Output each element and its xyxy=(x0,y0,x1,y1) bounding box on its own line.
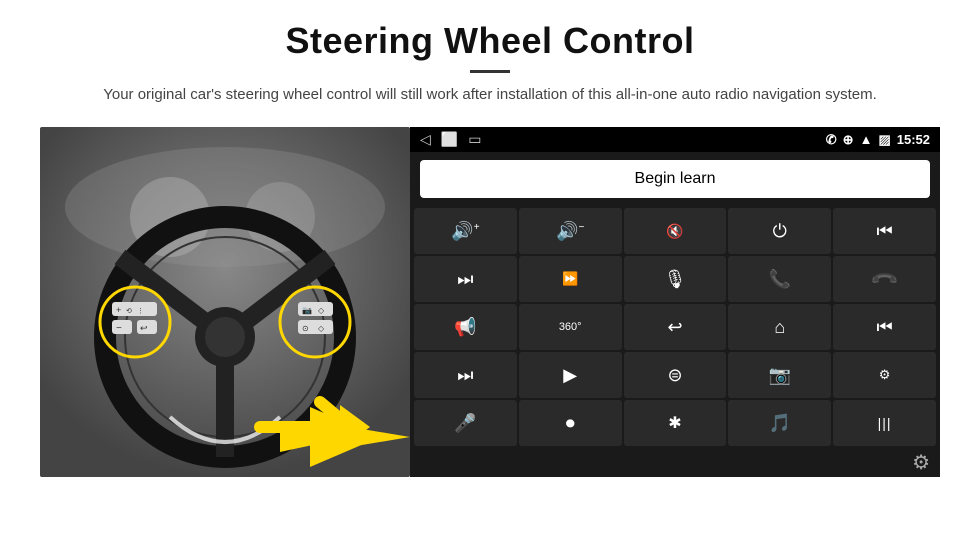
wifi-icon: ▲ xyxy=(860,132,873,147)
mute-icon: 🔇 xyxy=(666,223,683,240)
page-title: Steering Wheel Control xyxy=(103,20,877,62)
bottom-bar: ⚙ xyxy=(410,448,940,477)
home-button[interactable]: ⌂ xyxy=(728,304,831,350)
power-icon: ⏻ xyxy=(773,221,787,242)
vol-up-button[interactable]: 🔊+ xyxy=(414,208,517,254)
subtitle: Your original car's steering wheel contr… xyxy=(103,83,877,107)
prev-track-icon: ⏮ xyxy=(876,221,892,242)
rewind-icon: ⏮ xyxy=(876,317,892,338)
eq-icon: ⚙ xyxy=(879,367,891,383)
speaker-button[interactable]: 📢 xyxy=(414,304,517,350)
music-icon: 🎵 xyxy=(769,413,791,434)
mic-icon: 🎙 xyxy=(664,269,687,290)
begin-learn-row: Begin learn xyxy=(410,152,940,206)
steering-wheel-image: + ⟲ ⋮ − ↩ 📷 ◇ ⊙ ◇ xyxy=(40,127,410,477)
svg-text:⟲: ⟲ xyxy=(126,308,132,315)
title-section: Steering Wheel Control Your original car… xyxy=(103,20,877,107)
settings-gear-icon[interactable]: ⚙ xyxy=(912,450,930,475)
svg-text:◇: ◇ xyxy=(318,324,325,333)
controls-grid: 🔊+ 🔊− 🔇 ⏻ ⏮ ⏭ ⏩ xyxy=(410,206,940,448)
eq-button[interactable]: ⚙ xyxy=(833,352,936,398)
ff-button[interactable]: ⏩ xyxy=(519,256,622,302)
mic-button[interactable]: 🎙 xyxy=(624,256,727,302)
call-button[interactable]: 📞 xyxy=(728,256,831,302)
ff-icon: ⏩ xyxy=(562,271,578,287)
next-icon: ⏭ xyxy=(457,269,473,290)
vol-up-icon: 🔊+ xyxy=(451,221,479,242)
android-screen: ◁ ⬜ ▭ ✆ ⊕ ▲ ▨ 15:52 Begin learn xyxy=(410,127,940,477)
bluetooth-icon: ✱ xyxy=(668,413,681,433)
nav-icon: ▶ xyxy=(563,365,577,386)
circle-icon: ⏺ xyxy=(566,413,575,434)
back-nav-icon[interactable]: ◁ xyxy=(420,131,431,148)
mute-button[interactable]: 🔇 xyxy=(624,208,727,254)
location-icon: ⊕ xyxy=(843,132,854,148)
skip-fwd-icon: ⏭ xyxy=(457,365,473,386)
vol-down-button[interactable]: 🔊− xyxy=(519,208,622,254)
call-icon: 📞 xyxy=(769,269,791,290)
svg-text:📷: 📷 xyxy=(302,306,312,315)
power-button[interactable]: ⏻ xyxy=(728,208,831,254)
hangup-button[interactable]: 📞 xyxy=(833,256,936,302)
speaker-icon: 📢 xyxy=(454,317,476,338)
nav-icons: ◁ ⬜ ▭ xyxy=(420,131,481,148)
svg-text:◇: ◇ xyxy=(318,306,325,315)
spectrum-button[interactable]: ||| xyxy=(833,400,936,446)
next-button[interactable]: ⏭ xyxy=(414,256,517,302)
home-nav-icon[interactable]: ⬜ xyxy=(441,131,458,148)
home-icon: ⌂ xyxy=(774,317,785,338)
rewind-button[interactable]: ⏮ xyxy=(833,304,936,350)
svg-text:⊙: ⊙ xyxy=(302,324,309,333)
mic2-button[interactable]: 🎤 xyxy=(414,400,517,446)
camera-icon: 📷 xyxy=(769,365,791,386)
music-button[interactable]: 🎵 xyxy=(728,400,831,446)
page-container: Steering Wheel Control Your original car… xyxy=(0,0,980,548)
vol-down-icon: 🔊− xyxy=(556,221,584,242)
back-icon: ↩ xyxy=(667,317,682,338)
status-bar: ◁ ⬜ ▭ ✆ ⊕ ▲ ▨ 15:52 xyxy=(410,127,940,152)
begin-learn-button[interactable]: Begin learn xyxy=(420,160,930,198)
clock: 15:52 xyxy=(897,132,930,147)
svg-text:↩: ↩ xyxy=(140,323,148,333)
recent-nav-icon[interactable]: ▭ xyxy=(468,131,481,148)
status-right: ✆ ⊕ ▲ ▨ 15:52 xyxy=(826,132,930,148)
skip-fwd-button[interactable]: ⏭ xyxy=(414,352,517,398)
circle-button[interactable]: ⏺ xyxy=(519,400,622,446)
camera-button[interactable]: 📷 xyxy=(728,352,831,398)
back-button[interactable]: ↩ xyxy=(624,304,727,350)
source-button[interactable]: ⊜ xyxy=(624,352,727,398)
svg-text:−: − xyxy=(116,323,122,334)
battery-icon: ▨ xyxy=(878,132,890,148)
hangup-icon: 📞 xyxy=(869,264,900,295)
360-button[interactable]: 360° xyxy=(519,304,622,350)
360-icon: 360° xyxy=(559,321,582,333)
svg-text:+: + xyxy=(116,305,121,315)
phone-icon: ✆ xyxy=(826,132,837,148)
content-area: + ⟲ ⋮ − ↩ 📷 ◇ ⊙ ◇ xyxy=(40,127,940,477)
spectrum-icon: ||| xyxy=(878,415,892,431)
title-divider xyxy=(470,70,510,73)
nav-button[interactable]: ▶ xyxy=(519,352,622,398)
svg-text:⋮: ⋮ xyxy=(137,308,144,315)
prev-track-button[interactable]: ⏮ xyxy=(833,208,936,254)
source-icon: ⊜ xyxy=(667,365,682,386)
mic2-icon: 🎤 xyxy=(454,413,476,434)
bluetooth-button[interactable]: ✱ xyxy=(624,400,727,446)
